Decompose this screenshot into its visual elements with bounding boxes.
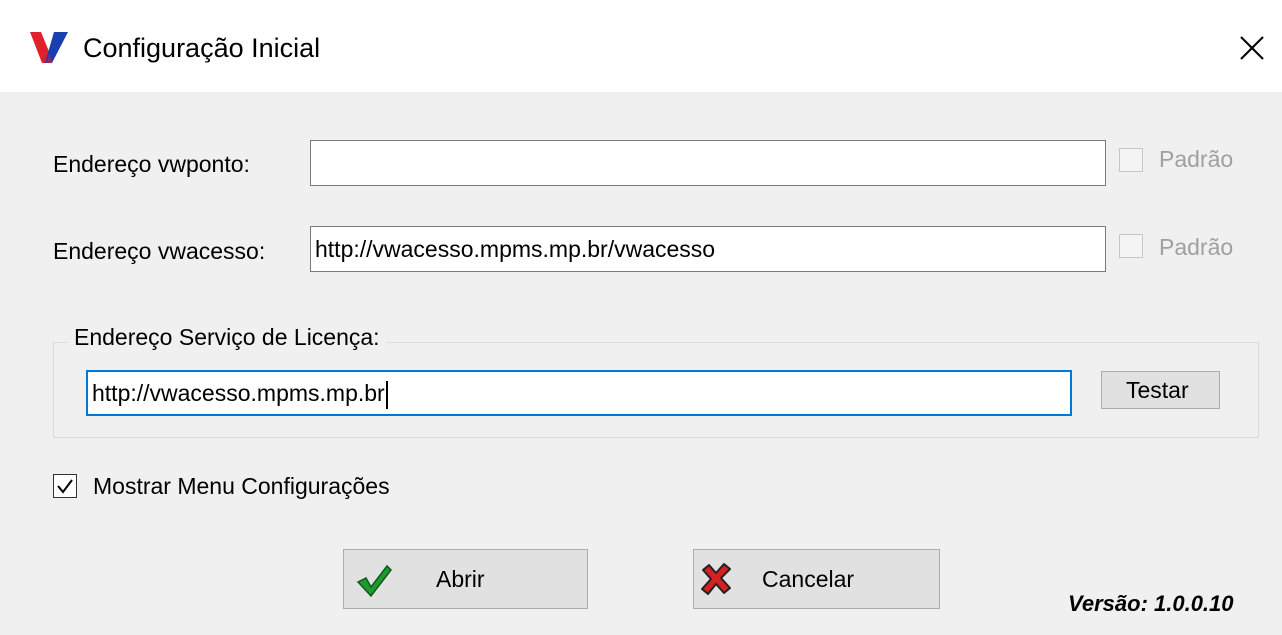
window-title: Configuração Inicial [83, 33, 321, 63]
checkmark-icon [57, 479, 73, 494]
vwponto-default-label: Padrão [1159, 146, 1234, 172]
license-url-input[interactable]: http://vwacesso.mpms.mp.br [86, 370, 1072, 416]
open-button[interactable]: Abrir [343, 549, 588, 609]
show-menu-label: Mostrar Menu Configurações [93, 473, 390, 499]
version-label: Versão: 1.0.0.10 [1068, 591, 1234, 616]
config-dialog: Configuração Inicial Endereço vwponto: P… [0, 0, 1282, 635]
license-group-label: Endereço Serviço de Licença: [68, 322, 386, 352]
vwacesso-default-label: Padrão [1159, 234, 1234, 260]
green-checkmark-icon [356, 564, 392, 598]
text-caret [385, 380, 388, 409]
vwponto-label: Endereço vwponto: [53, 151, 250, 177]
vw-logo-icon [30, 32, 68, 63]
vwacesso-label: Endereço vwacesso: [53, 238, 266, 264]
test-button[interactable]: Testar [1101, 371, 1220, 409]
open-button-label: Abrir [436, 566, 485, 592]
vwponto-input[interactable] [310, 140, 1106, 186]
test-button-label: Testar [1126, 377, 1189, 403]
close-button[interactable] [1222, 20, 1282, 76]
close-icon [1240, 36, 1264, 60]
red-x-icon [701, 563, 731, 595]
vwacesso-input[interactable]: http://vwacesso.mpms.mp.br/vwacesso [310, 226, 1106, 272]
cancel-button-label: Cancelar [762, 566, 855, 592]
vwacesso-default-checkbox[interactable] [1119, 234, 1143, 258]
vwponto-default-checkbox[interactable] [1119, 148, 1143, 172]
title-bar: Configuração Inicial [0, 0, 1282, 92]
show-menu-checkbox[interactable] [53, 474, 77, 498]
license-url-value: http://vwacesso.mpms.mp.br [92, 380, 385, 406]
cancel-button[interactable]: Cancelar [693, 549, 940, 609]
